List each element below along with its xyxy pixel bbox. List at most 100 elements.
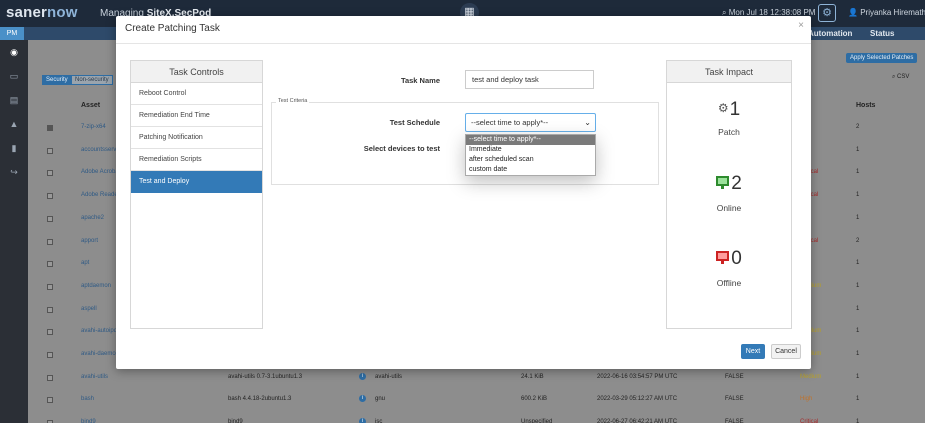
- asset-name[interactable]: avahi-daemon: [81, 351, 119, 357]
- tab-non-security[interactable]: Non-security: [71, 75, 113, 85]
- eye-icon[interactable]: ◉: [0, 40, 28, 64]
- asset-name[interactable]: avahi-utils: [81, 374, 108, 380]
- row-checkbox[interactable]: [47, 329, 53, 336]
- asset-flag: FALSE: [725, 373, 744, 380]
- task-controls-panel: Task Controls Reboot Control Remediation…: [130, 60, 263, 329]
- asset-name[interactable]: Adobe Reader: [81, 192, 120, 198]
- row-checkbox[interactable]: [47, 283, 53, 290]
- control-patching-notification[interactable]: Patching Notification: [131, 127, 262, 149]
- test-criteria-legend: Test Criteria: [276, 98, 310, 104]
- asset-name[interactable]: aspell: [81, 306, 97, 312]
- host-count: 1: [856, 146, 860, 153]
- search-icon[interactable]: ⌕: [892, 74, 895, 80]
- asset-vendor: isc: [375, 419, 383, 423]
- control-remediation-scripts[interactable]: Remediation Scripts: [131, 149, 262, 171]
- asset-name[interactable]: 7-zip-x64: [81, 124, 106, 130]
- host-count: 1: [856, 282, 860, 289]
- row-checkbox[interactable]: [47, 170, 53, 177]
- impact-offline: 0 Offline: [667, 248, 791, 288]
- modal-divider: [116, 43, 811, 44]
- nav-status[interactable]: Status: [870, 29, 894, 38]
- asset-name[interactable]: apt: [81, 260, 89, 266]
- asset-name[interactable]: avahi-autoipd: [81, 328, 117, 334]
- schedule-option-immediate[interactable]: Immediate: [466, 145, 595, 155]
- modal-title: Create Patching Task: [125, 23, 220, 34]
- asset-version: bind9: [228, 419, 243, 423]
- monitor-online-icon: [716, 176, 730, 189]
- test-schedule-select[interactable]: --select time to apply*-- ⌄: [465, 113, 596, 132]
- impact-patch: ⚙1 Patch: [667, 97, 791, 137]
- severity-badge: Critical: [800, 419, 819, 423]
- monitor-icon[interactable]: ▭: [0, 64, 28, 88]
- column-header-asset[interactable]: Asset: [81, 102, 100, 109]
- row-checkbox[interactable]: [47, 374, 53, 381]
- severity-badge: High: [800, 396, 813, 403]
- asset-vendor: avahi-utils: [375, 373, 403, 380]
- warning-icon[interactable]: ▲: [0, 112, 28, 136]
- task-impact-title: Task Impact: [667, 61, 791, 83]
- control-reboot[interactable]: Reboot Control: [131, 83, 262, 105]
- impact-online: 2 Online: [667, 173, 791, 213]
- row-checkbox[interactable]: [47, 125, 53, 131]
- asset-flag: FALSE: [725, 396, 744, 403]
- info-icon[interactable]: i: [359, 418, 366, 423]
- gear-icon: ⚙: [717, 101, 729, 115]
- control-test-and-deploy[interactable]: Test and Deploy: [131, 171, 262, 193]
- nav-automation[interactable]: Automation: [808, 29, 852, 38]
- gear-icon[interactable]: ⚙: [818, 4, 836, 22]
- left-sidebar: ◉ ▭ ▤ ▲ ▮ ↪: [0, 40, 28, 423]
- asset-vendor: gnu: [375, 396, 386, 403]
- cancel-button[interactable]: Cancel: [771, 344, 801, 359]
- table-row[interactable]: bind9 bind9 i isc Unspecified 2022-06-27 06:4…: [28, 417, 925, 423]
- test-schedule-value: --select time to apply*--: [471, 118, 549, 127]
- close-icon[interactable]: ×: [798, 20, 804, 31]
- row-checkbox[interactable]: [47, 261, 53, 268]
- apply-selected-patches-button[interactable]: Apply Selected Patches: [846, 53, 918, 63]
- info-icon[interactable]: i: [359, 372, 366, 380]
- control-remediation-end-time[interactable]: Remediation End Time: [131, 105, 262, 127]
- row-checkbox[interactable]: [47, 147, 53, 154]
- logout-icon[interactable]: ↪: [0, 160, 28, 184]
- asset-name[interactable]: apport: [81, 238, 98, 244]
- row-checkbox[interactable]: [47, 397, 53, 404]
- user-menu[interactable]: 👤 Priyanka Hiremath: [848, 8, 925, 17]
- create-patching-task-modal: Create Patching Task × Task Controls Reb…: [116, 16, 811, 369]
- tab-security[interactable]: Security: [42, 75, 72, 85]
- asset-size: 600.2 KiB: [521, 396, 548, 403]
- book-icon[interactable]: ▮: [0, 136, 28, 160]
- task-name-input[interactable]: test and deploy task: [465, 70, 594, 89]
- asset-name[interactable]: bash: [81, 396, 94, 402]
- schedule-option-after-scan[interactable]: after scheduled scan: [466, 155, 595, 165]
- asset-date: 2022-03-29 05:12:27 AM UTC: [597, 396, 678, 403]
- host-count: 1: [856, 305, 860, 312]
- schedule-option-placeholder[interactable]: --select time to apply*--: [466, 135, 595, 145]
- test-schedule-label: Test Schedule: [389, 118, 440, 127]
- patch-label: Patch: [718, 127, 740, 137]
- info-icon[interactable]: i: [359, 395, 366, 403]
- schedule-option-custom-date[interactable]: custom date: [466, 165, 595, 175]
- asset-name[interactable]: Adobe Acrobat: [81, 169, 120, 175]
- row-checkbox[interactable]: [47, 352, 53, 358]
- host-count: 1: [856, 169, 860, 176]
- table-row[interactable]: bash bash 4.4.18-2ubuntu1.3 i gnu 600.2 KiB 2…: [28, 394, 925, 408]
- next-button[interactable]: Next: [741, 344, 765, 359]
- row-checkbox[interactable]: [47, 238, 53, 245]
- asset-name[interactable]: bind9: [81, 419, 96, 423]
- row-checkbox[interactable]: [47, 306, 53, 313]
- table-row[interactable]: avahi-utils avahi-utils 0.7-3.1ubuntu1.3 i…: [28, 372, 925, 386]
- row-checkbox[interactable]: [47, 215, 53, 222]
- asset-name[interactable]: aptdaemon: [81, 283, 111, 289]
- calendar-icon[interactable]: ▤: [0, 88, 28, 112]
- module-badge[interactable]: PM: [0, 27, 24, 40]
- row-checkbox[interactable]: [47, 193, 53, 200]
- task-impact-panel: Task Impact ⚙1 Patch 2 Online 0 Offline: [666, 60, 792, 329]
- asset-version: bash 4.4.18-2ubuntu1.3: [228, 396, 292, 403]
- host-count: 2: [856, 124, 860, 130]
- csv-export[interactable]: ⌕ CSV: [892, 74, 909, 81]
- host-count: 1: [856, 260, 860, 267]
- asset-size: 24.1 KiB: [521, 373, 544, 380]
- host-count: 1: [856, 351, 860, 357]
- column-header-hosts[interactable]: Hosts: [856, 102, 875, 109]
- chevron-down-icon[interactable]: ⌄: [584, 114, 591, 131]
- asset-name[interactable]: apache2: [81, 215, 104, 221]
